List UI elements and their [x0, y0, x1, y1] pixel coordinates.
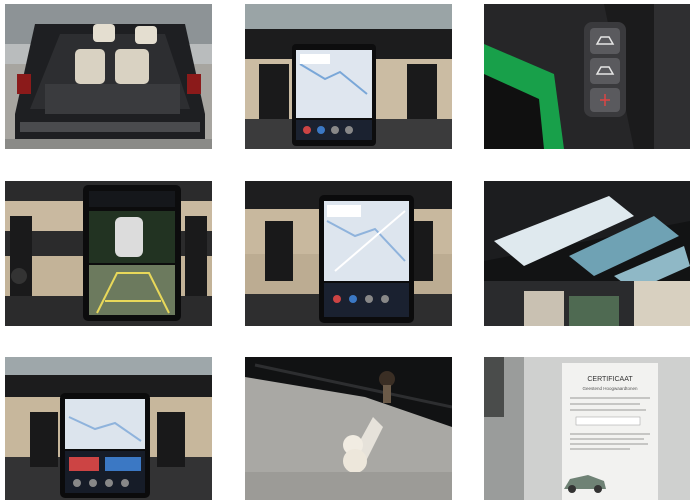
- certificate-photo: CERTIFICAAT Geestend Hoogwaardtonen: [484, 357, 690, 500]
- photo-parking-camera[interactable]: [5, 181, 212, 326]
- photo-open-trunk[interactable]: [5, 4, 212, 149]
- certificate-subtitle: Geestend Hoogwaardtonen: [582, 386, 638, 391]
- car-trunk-photo: [5, 4, 212, 149]
- photo-certificate[interactable]: CERTIFICAAT Geestend Hoogwaardtonen: [484, 357, 690, 500]
- parking-camera-photo: [5, 181, 212, 326]
- photo-sunroof[interactable]: [484, 181, 690, 326]
- dashboard-screen-photo: [245, 4, 452, 149]
- dashboard-map-photo: [245, 181, 452, 326]
- trunk-buttons-photo: [484, 4, 690, 149]
- photo-touchscreen-navigation[interactable]: [245, 4, 452, 149]
- tow-hitch-photo: [245, 357, 452, 500]
- dashboard-menu-photo: [5, 357, 212, 500]
- photo-gallery: CERTIFICAAT Geestend Hoogwaardtonen: [0, 0, 690, 500]
- photo-dashboard-menu[interactable]: [5, 357, 212, 500]
- photo-tow-hitch[interactable]: [245, 357, 452, 500]
- certificate-title: CERTIFICAAT: [587, 376, 633, 383]
- photo-dashboard-map[interactable]: [245, 181, 452, 326]
- sunroof-photo: [484, 181, 690, 326]
- photo-trunk-buttons[interactable]: [484, 4, 690, 149]
